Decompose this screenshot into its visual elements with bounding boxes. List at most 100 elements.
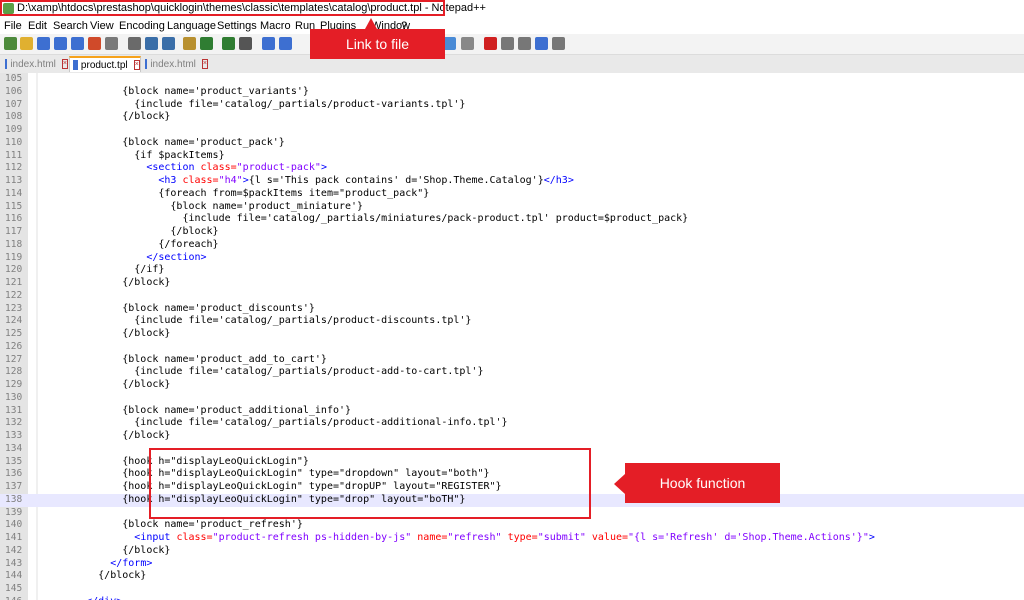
line-number: 137 xyxy=(5,481,23,492)
code-line-118[interactable]: 118 {/foreach} xyxy=(0,239,1024,252)
code-line-106[interactable]: 106 {block name='product_variants'} xyxy=(0,86,1024,99)
code-line-117[interactable]: 117 {/block} xyxy=(0,226,1024,239)
save-macro-icon[interactable] xyxy=(552,37,565,50)
line-number: 139 xyxy=(5,506,23,518)
code-line-132[interactable]: 132 {include file='catalog/_partials/pro… xyxy=(0,417,1024,430)
tab-close-icon[interactable]: × xyxy=(133,60,140,70)
save-icon[interactable] xyxy=(37,37,50,50)
save-all-icon[interactable] xyxy=(54,37,67,50)
code-text: {/block} xyxy=(50,226,219,237)
tab-index-html-0[interactable]: index.html × xyxy=(2,56,68,72)
code-text: {/block} xyxy=(50,328,171,339)
line-number: 123 xyxy=(5,302,23,314)
code-line-142[interactable]: 142 {/block} xyxy=(0,545,1024,558)
find-icon[interactable] xyxy=(222,37,235,50)
code-line-124[interactable]: 124 {include file='catalog/_partials/pro… xyxy=(0,315,1024,328)
code-line-114[interactable]: 114 {foreach from=$packItems item="produ… xyxy=(0,188,1024,201)
menu-macro[interactable]: Macro xyxy=(260,20,291,32)
code-text: </section> xyxy=(146,251,207,263)
code-line-127[interactable]: 127 {block name='product_add_to_cart'} xyxy=(0,354,1024,367)
code-text: {include file='catalog/_partials/product… xyxy=(50,315,472,327)
code-line-120[interactable]: 120 {/if} xyxy=(0,264,1024,277)
line-number: 135 xyxy=(5,455,23,467)
line-number: 116 xyxy=(5,213,23,225)
line-number: 121 xyxy=(5,277,23,288)
link-arrow-icon xyxy=(365,18,377,29)
line-number: 125 xyxy=(5,328,23,339)
code-text: </div> xyxy=(50,596,122,600)
code-line-113[interactable]: 113 <h3 class="h4">{l s='This pack conta… xyxy=(0,175,1024,188)
code-line-126[interactable]: 126 xyxy=(0,341,1024,354)
code-line-105[interactable]: 105 xyxy=(0,73,1024,86)
code-text: <h3 class="h4">{l s='This pack contains'… xyxy=(158,175,574,186)
zoom-out-icon[interactable] xyxy=(279,37,292,50)
code-text: {block name='product_pack'} xyxy=(50,136,285,148)
cut-icon[interactable] xyxy=(128,37,141,50)
code-line-116[interactable]: 116 {include file='catalog/_partials/min… xyxy=(0,213,1024,226)
code-line-121[interactable]: 121 {/block} xyxy=(0,277,1024,290)
undo-icon[interactable] xyxy=(183,37,196,50)
menu-settings[interactable]: Settings xyxy=(217,20,257,32)
open-file-icon[interactable] xyxy=(20,37,33,50)
code-line-144[interactable]: 144 {/block} xyxy=(0,570,1024,583)
code-line-146[interactable]: 146 </div> xyxy=(0,596,1024,600)
line-number: 106 xyxy=(5,85,23,97)
code-line-111[interactable]: 111 {if $packItems} xyxy=(0,150,1024,163)
menu-language[interactable]: Language xyxy=(167,20,216,32)
code-line-133[interactable]: 133 {/block} xyxy=(0,430,1024,443)
code-line-115[interactable]: 115 {block name='product_miniature'} xyxy=(0,201,1024,214)
code-line-112[interactable]: 112 <section class="product-pack"> xyxy=(0,162,1024,175)
menu-file[interactable]: File xyxy=(4,20,22,32)
play-macro-icon[interactable] xyxy=(518,37,531,50)
paste-icon[interactable] xyxy=(162,37,175,50)
menu-view[interactable]: View xyxy=(90,20,114,32)
code-line-109[interactable]: 109 xyxy=(0,124,1024,137)
replace-icon[interactable] xyxy=(239,37,252,50)
code-line-125[interactable]: 125 {/block} xyxy=(0,328,1024,341)
tab-close-icon[interactable]: × xyxy=(61,59,68,69)
tab-close-icon[interactable]: × xyxy=(201,59,208,69)
code-text: {/block} xyxy=(50,544,171,556)
tab-product-tpl-1[interactable]: product.tpl × xyxy=(69,56,141,72)
zoom-in-icon[interactable] xyxy=(262,37,275,50)
code-line-145[interactable]: 145 xyxy=(0,583,1024,596)
code-line-128[interactable]: 128 {include file='catalog/_partials/pro… xyxy=(0,366,1024,379)
code-line-143[interactable]: 143 </form> xyxy=(0,558,1024,571)
copy-icon[interactable] xyxy=(145,37,158,50)
close-icon[interactable] xyxy=(71,37,84,50)
code-line-110[interactable]: 110 {block name='product_pack'} xyxy=(0,137,1024,150)
stop-macro-icon[interactable] xyxy=(501,37,514,50)
code-line-141[interactable]: 141 <input class="product-refresh ps-hid… xyxy=(0,532,1024,545)
code-line-122[interactable]: 122 xyxy=(0,290,1024,303)
line-number: 107 xyxy=(5,98,23,110)
code-line-131[interactable]: 131 {block name='product_additional_info… xyxy=(0,405,1024,418)
code-line-130[interactable]: 130 xyxy=(0,392,1024,405)
code-line-140[interactable]: 140 {block name='product_refresh'} xyxy=(0,519,1024,532)
link-to-file-callout: Link to file xyxy=(310,29,445,59)
code-line-107[interactable]: 107 {include file='catalog/_partials/pro… xyxy=(0,99,1024,112)
line-number: 129 xyxy=(5,379,23,390)
code-line-119[interactable]: 119 </section> xyxy=(0,252,1024,265)
code-text: {/block} xyxy=(50,379,171,390)
run-macro-icon[interactable] xyxy=(535,37,548,50)
menu-encoding[interactable]: Encoding xyxy=(119,20,165,32)
eye-icon[interactable] xyxy=(461,37,474,50)
new-file-icon[interactable] xyxy=(4,37,17,50)
menu-search[interactable]: Search xyxy=(53,20,88,32)
print-icon[interactable] xyxy=(105,37,118,50)
menu-edit[interactable]: Edit xyxy=(28,20,47,32)
line-number: 126 xyxy=(5,340,23,352)
close-all-icon[interactable] xyxy=(88,37,101,50)
code-line-108[interactable]: 108 {/block} xyxy=(0,111,1024,124)
code-line-129[interactable]: 129 {/block} xyxy=(0,379,1024,392)
record-macro-icon[interactable] xyxy=(484,37,497,50)
redo-icon[interactable] xyxy=(200,37,213,50)
tab-index-html-2[interactable]: index.html × xyxy=(142,56,208,72)
line-number: 141 xyxy=(5,532,23,543)
line-number: 122 xyxy=(5,289,23,301)
line-number: 117 xyxy=(5,226,23,237)
file-icon xyxy=(145,59,148,69)
code-line-123[interactable]: 123 {block name='product_discounts'} xyxy=(0,303,1024,316)
line-number: 120 xyxy=(5,264,23,276)
code-editor[interactable]: 105 106 {block name='product_variants'} 10… xyxy=(0,73,1024,600)
